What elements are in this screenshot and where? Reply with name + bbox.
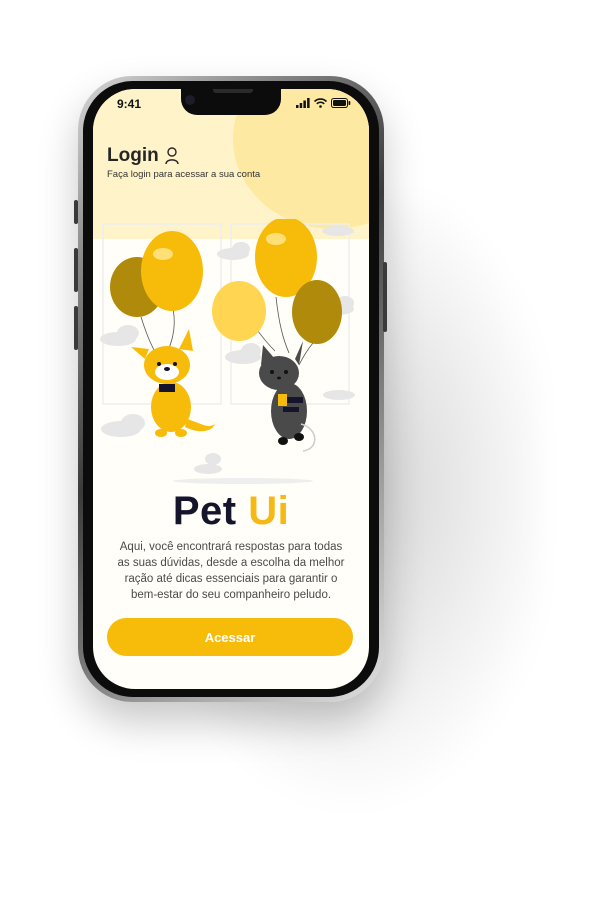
- status-time: 9:41: [117, 97, 142, 111]
- front-camera: [185, 95, 195, 105]
- login-header: Login: [107, 145, 179, 167]
- speaker: [213, 89, 253, 93]
- app-screen: 9:41 Login Faça login para acessar a sua…: [93, 89, 369, 689]
- side-button-volume-down: [74, 306, 78, 350]
- app-description: Aqui, você encontrará respostas para tod…: [117, 541, 345, 601]
- side-button-power: [383, 262, 387, 332]
- user-icon: [165, 147, 179, 165]
- wifi-icon: [314, 98, 327, 108]
- side-button-mute: [74, 200, 78, 224]
- page-title: Login: [107, 145, 159, 166]
- page-subtitle: Faça login para acessar a sua conta: [107, 169, 261, 180]
- brand-word-pet: Pet: [172, 489, 237, 533]
- brand-word-ui: Ui: [248, 489, 290, 533]
- battery-icon: [331, 98, 351, 108]
- brand-logo: Pet Ui: [93, 489, 369, 534]
- status-icons: [296, 98, 351, 108]
- pets-balloons-illustration: [100, 219, 355, 484]
- access-button[interactable]: Acessar: [107, 618, 353, 656]
- signal-icon: [296, 98, 310, 108]
- side-button-volume-up: [74, 248, 78, 292]
